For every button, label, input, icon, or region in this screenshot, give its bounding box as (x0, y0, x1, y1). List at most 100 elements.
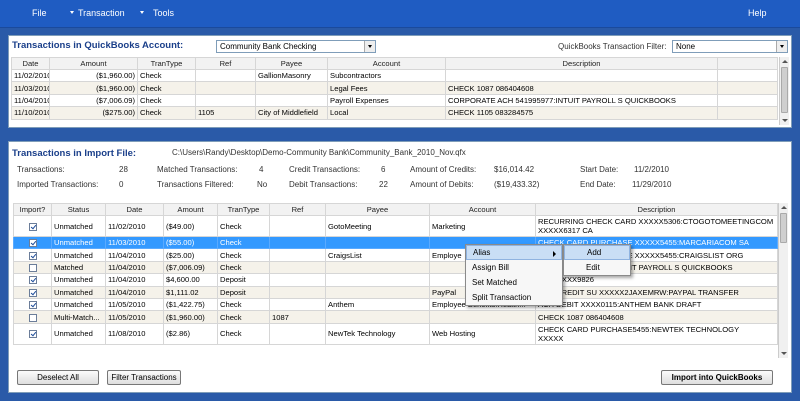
import-checkbox[interactable] (28, 263, 37, 272)
cell-date: 11/04/2010 (11, 93, 50, 108)
scroll-up-icon[interactable] (782, 60, 788, 63)
column-header[interactable]: Date (11, 57, 50, 70)
import-checkbox[interactable] (28, 276, 37, 285)
cell-amount: ($49.00) (163, 215, 218, 237)
table-row[interactable]: Unmatched 11/05/2010 ($1,422.75) Check Anthe… (13, 297, 778, 312)
cell-account: Legal Fees (327, 81, 446, 95)
import-file-path: C:\Users\Randy\Desktop\Demo-Community Ba… (172, 148, 466, 157)
qb-filter-select[interactable]: None (672, 40, 788, 53)
cell-date: 11/04/2010 (105, 260, 164, 275)
table-row[interactable]: Unmatched 11/04/2010 $1,111.02 Deposit PayPa… (13, 285, 778, 299)
cell-ref (195, 68, 256, 83)
column-header[interactable]: Payee (255, 57, 328, 70)
cell-status: Unmatched (51, 235, 106, 250)
context-item-set-matched[interactable]: Set Matched (466, 275, 562, 290)
import-checkbox[interactable] (28, 251, 37, 260)
cell-payee: CraigsList (325, 248, 430, 262)
table-row[interactable]: Unmatched 11/02/2010 ($49.00) Check GotoMeet… (13, 215, 778, 237)
column-header[interactable]: Ref (269, 203, 326, 216)
cell-import[interactable] (13, 285, 52, 299)
column-header[interactable]: Account (327, 57, 446, 70)
menu-tools[interactable]: Tools (140, 8, 174, 18)
column-header[interactable]: Description (535, 203, 778, 216)
scroll-down-icon[interactable] (782, 119, 788, 122)
import-checkbox[interactable] (28, 313, 37, 322)
column-header[interactable]: Amount (163, 203, 218, 216)
submenu-arrow-icon (553, 251, 556, 257)
submenu-item-edit[interactable]: Edit (564, 260, 630, 275)
submenu-item-add[interactable]: Add (564, 245, 630, 260)
cell-import[interactable] (13, 248, 52, 262)
cell-date: 11/04/2010 (105, 273, 164, 287)
column-header[interactable]: Payee (325, 203, 430, 216)
column-header[interactable]: TranType (137, 57, 196, 70)
cell-ref (269, 215, 326, 237)
context-item-assign-bill[interactable]: Assign Bill (466, 260, 562, 275)
table-row[interactable]: 11/04/2010 ($7,006.09) Check Payroll Expens… (11, 93, 778, 108)
import-transactions-table: Import? Status Date Amount TranType Ref Payee A… (13, 203, 778, 345)
import-checkbox[interactable] (28, 222, 37, 231)
scroll-down-icon[interactable] (781, 352, 787, 355)
cell-import[interactable] (13, 215, 52, 237)
table-row[interactable]: Multi-Match... 11/05/2010 ($1,960.00) Check… (13, 310, 778, 324)
column-header[interactable]: Description (445, 57, 718, 70)
table-row[interactable]: Matched 11/04/2010 ($7,006.09) Check ATE ACH… (13, 260, 778, 275)
stat-matched: 4 (259, 165, 264, 174)
qb-transactions-table: Date Amount TranType Ref Payee Account Descrip… (11, 57, 778, 120)
filter-label: QuickBooks Transaction Filter: (558, 42, 667, 51)
cell-account: Marketing (429, 215, 536, 237)
column-header[interactable]: Ref (195, 57, 256, 70)
cell-import[interactable] (13, 235, 52, 250)
import-checkbox[interactable] (28, 239, 37, 248)
cell-import[interactable] (13, 260, 52, 275)
cell-type: Check (217, 297, 270, 312)
cell-status: Unmatched (51, 297, 106, 312)
scroll-thumb[interactable] (781, 67, 788, 113)
cell-import[interactable] (13, 310, 52, 324)
table-row[interactable]: Unmatched 11/08/2010 ($2.86) Check NewTek Te… (13, 322, 778, 345)
context-item-split-transaction[interactable]: Split Transaction (466, 290, 562, 305)
cell-type: Check (217, 215, 270, 237)
cell-date: 11/08/2010 (105, 322, 164, 345)
import-into-quickbooks-button[interactable]: Import into QuickBooks (661, 370, 773, 385)
import-checkbox[interactable] (28, 288, 37, 297)
context-item-alias[interactable]: Alias (466, 245, 562, 260)
menu-file[interactable]: File (32, 8, 47, 18)
table-row[interactable]: 11/02/2010 ($1,960.00) Check GallionMasonry… (11, 68, 778, 83)
cell-payee: GotoMeeting (325, 215, 430, 237)
cell-desc: ACH DEBIT XXXX0115:ANTHEM BANK DRAFT (535, 297, 778, 312)
cell-payee (255, 93, 328, 108)
column-header[interactable]: Amount (49, 57, 138, 70)
cell-status: Unmatched (51, 285, 106, 299)
cell-amount: ($1,960.00) (163, 310, 218, 324)
menu-help[interactable]: Help (748, 8, 767, 18)
filter-transactions-button[interactable]: Filter Transactions (107, 370, 181, 385)
table-row[interactable]: 11/10/2010 ($275.00) Check 1105 City of Midd… (11, 106, 778, 120)
import-checkbox[interactable] (28, 330, 37, 339)
cell-amount: ($1,422.75) (163, 297, 218, 312)
cell-import[interactable] (13, 297, 52, 312)
scroll-thumb[interactable] (780, 213, 787, 243)
column-header[interactable]: TranType (217, 203, 270, 216)
chevron-down-icon[interactable] (364, 41, 375, 52)
scroll-up-icon[interactable] (781, 206, 787, 209)
table-row[interactable]: Unmatched 11/04/2010 $4,600.00 Deposit SIT X… (13, 273, 778, 287)
table-row[interactable]: 11/03/2010 ($1,960.00) Check Legal Fees CHEC… (11, 81, 778, 95)
column-header[interactable]: Account (429, 203, 536, 216)
column-header[interactable]: Date (105, 203, 164, 216)
chevron-down-icon[interactable] (776, 41, 787, 52)
deselect-all-button[interactable]: Deselect All (17, 370, 99, 385)
table-row[interactable]: Unmatched 11/03/2010 ($55.00) Check CHECK CA… (13, 235, 778, 250)
cell-import[interactable] (13, 322, 52, 345)
column-header[interactable]: Status (51, 203, 106, 216)
import-checkbox[interactable] (28, 301, 37, 310)
table-row[interactable]: Unmatched 11/04/2010 ($25.00) Check CraigsLi… (13, 248, 778, 262)
cell-import[interactable] (13, 273, 52, 287)
import-scrollbar[interactable] (778, 203, 788, 358)
qb-scrollbar[interactable] (779, 57, 789, 125)
cell-type: Check (137, 106, 196, 120)
cell-status: Multi-Match... (51, 310, 106, 324)
menu-transaction[interactable]: Transaction (70, 8, 125, 18)
account-select[interactable]: Community Bank Checking (216, 40, 376, 53)
column-header[interactable]: Import? (13, 203, 52, 216)
